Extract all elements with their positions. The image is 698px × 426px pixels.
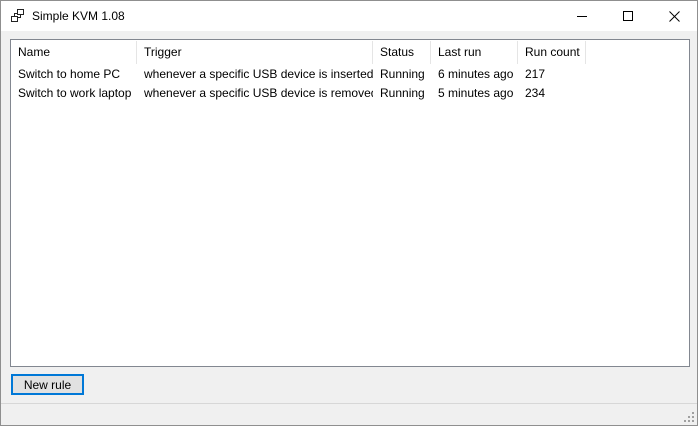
new-rule-button[interactable]: New rule bbox=[11, 374, 84, 395]
column-header-name[interactable]: Name bbox=[11, 40, 137, 65]
rule-run-count: 234 bbox=[525, 86, 546, 100]
rule-trigger: whenever a specific USB device is insert… bbox=[144, 67, 373, 81]
maximize-icon bbox=[623, 11, 633, 21]
close-button[interactable] bbox=[651, 1, 697, 31]
rule-last-run: 5 minutes ago bbox=[438, 86, 514, 100]
rule-status: Running bbox=[380, 86, 425, 100]
column-header-last-run[interactable]: Last run bbox=[431, 40, 518, 65]
rules-list[interactable]: Name Trigger Status Last run Run count S… bbox=[10, 39, 690, 367]
rule-trigger: whenever a specific USB device is remove… bbox=[144, 86, 373, 100]
rule-run-count: 217 bbox=[525, 67, 546, 81]
table-row[interactable]: Switch to home PC whenever a specific US… bbox=[11, 65, 689, 84]
column-header-status[interactable]: Status bbox=[373, 40, 431, 65]
title-bar[interactable]: Simple KVM 1.08 bbox=[1, 1, 697, 31]
rule-name: Switch to work laptop bbox=[18, 86, 132, 100]
kvm-switch-icon bbox=[10, 8, 26, 24]
rule-last-run: 6 minutes ago bbox=[438, 67, 514, 81]
rule-status: Running bbox=[380, 67, 425, 81]
app-window: Simple KVM 1.08 Name Trigger Status Last… bbox=[0, 0, 698, 426]
status-bar bbox=[1, 403, 697, 425]
minimize-icon bbox=[577, 11, 587, 21]
table-row[interactable]: Switch to work laptop whenever a specifi… bbox=[11, 84, 689, 103]
minimize-button-area[interactable] bbox=[559, 1, 605, 31]
close-icon bbox=[668, 10, 680, 22]
window-title: Simple KVM 1.08 bbox=[32, 9, 125, 23]
column-header-trigger[interactable]: Trigger bbox=[137, 40, 373, 65]
maximize-button[interactable] bbox=[605, 1, 651, 31]
rule-name: Switch to home PC bbox=[18, 67, 121, 81]
resize-grip-icon[interactable] bbox=[683, 411, 695, 423]
column-header-run-count[interactable]: Run count bbox=[518, 40, 586, 65]
list-header: Name Trigger Status Last run Run count bbox=[11, 40, 689, 65]
column-divider[interactable] bbox=[585, 41, 586, 64]
